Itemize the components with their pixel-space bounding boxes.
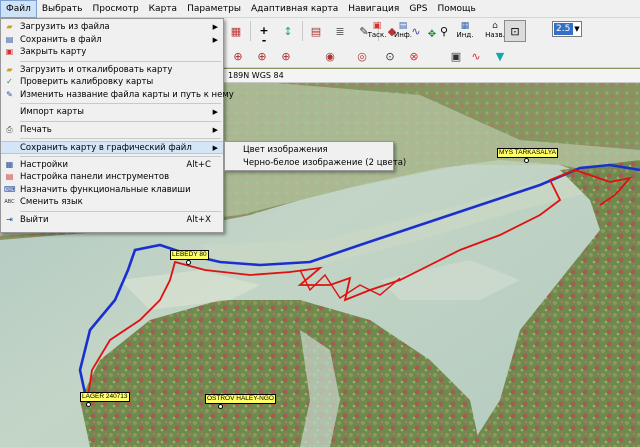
folder-icon: ▰ — [6, 22, 13, 31]
submenu-arrow-icon: ▶ — [212, 35, 218, 44]
menu-view[interactable]: Просмотр — [87, 0, 143, 18]
waypoint-marker[interactable] — [218, 404, 223, 409]
language-icon: ABC — [4, 199, 15, 205]
submenu-arrow-icon: ▶ — [212, 108, 218, 116]
route-icon[interactable]: ≣ — [330, 21, 350, 41]
info-icon: ▤ — [398, 21, 408, 31]
keyboard-icon: ⌨ — [4, 184, 16, 194]
menu-item-change-language[interactable]: ABC Сменить язык — [1, 196, 223, 209]
toolbar-settings-icon: ▤ — [5, 172, 14, 181]
exit-icon: ⇥ — [6, 214, 13, 224]
gps-2-icon[interactable]: ⊕ — [252, 46, 272, 66]
close-map-icon: ▣ — [5, 47, 14, 56]
settings-icon: ▦ — [5, 159, 14, 169]
menu-item-toolbar-settings[interactable]: ▤ Настройка панели инструментов — [1, 171, 223, 184]
back-icon: ⌂ — [492, 21, 498, 31]
task-button[interactable]: ▣ Таск. — [364, 20, 390, 40]
menu-item-exit[interactable]: ⇥ Выйти Alt+X — [1, 214, 223, 227]
menu-bar: Файл Выбрать Просмотр Карта Параметры Ад… — [0, 0, 640, 18]
back-button[interactable]: ⌂ Назв. — [482, 20, 508, 40]
index-button[interactable]: ▦ Инд. — [452, 20, 478, 40]
file-menu: ▰ Загрузить из файла ▶ ▤ Сохранить в фай… — [0, 18, 234, 233]
table-icon[interactable]: ▣ — [446, 46, 466, 66]
menu-item-save-map-graphic[interactable]: Сохранить карту в графический файл ▶ — [1, 141, 223, 154]
calibrate-icon: ▰ — [6, 64, 13, 74]
menu-item-print[interactable]: ⎙ Печать ▶ — [1, 124, 223, 137]
print-icon: ⎙ — [6, 124, 13, 134]
index-icon: ▦ — [460, 21, 470, 31]
menu-adaptive-map[interactable]: Адаптивная карта — [246, 0, 343, 18]
menu-file[interactable]: Файл — [0, 0, 37, 18]
record-icon[interactable]: ◉ — [320, 46, 340, 66]
map-label-lebedy[interactable]: LEBEDY 80 — [170, 250, 209, 260]
menu-item-import-map[interactable]: Импорт карты ▶ — [1, 106, 223, 119]
check-calibration-icon: ✓ — [6, 77, 13, 86]
submenu-item-bw-image[interactable]: Черно-белое изображение (2 цвета) — [225, 157, 406, 170]
menu-help[interactable]: Помощь — [432, 0, 480, 18]
menu-gps[interactable]: GPS — [404, 0, 432, 18]
gps-3-icon[interactable]: ⊕ — [276, 46, 296, 66]
crosshair-icon[interactable]: ⊙ — [380, 46, 400, 66]
save-map-icon[interactable]: ▦ — [226, 21, 246, 41]
stop-icon[interactable]: ⊗ — [404, 46, 424, 66]
submenu-arrow-icon: ▶ — [212, 125, 218, 134]
chart-icon[interactable]: ∿ — [466, 46, 486, 66]
track-record-icon[interactable]: ◎ — [352, 46, 372, 66]
rename-icon: ✎ — [6, 89, 13, 99]
menu-parameters[interactable]: Параметры — [182, 0, 246, 18]
waypoint-marker[interactable] — [186, 260, 191, 265]
info-button[interactable]: ▤ Инф. — [390, 20, 416, 40]
save-graphic-submenu: Цвет изображения Черно-белое изображение… — [224, 141, 406, 171]
menu-item-check-calibration[interactable]: ✓ Проверить калибровку карты — [1, 76, 223, 89]
menu-map[interactable]: Карта — [144, 0, 182, 18]
menu-item-close-map[interactable]: ▣ Закрыть карту — [1, 46, 223, 59]
menu-navigation[interactable]: Навигация — [343, 0, 404, 18]
waypoint-marker[interactable] — [524, 158, 529, 163]
chevron-down-icon[interactable]: ▼ — [573, 25, 581, 33]
layers-icon[interactable]: ▤ — [306, 21, 326, 41]
waypoint-marker[interactable] — [86, 402, 91, 407]
save-icon: ▤ — [5, 34, 14, 44]
submenu-arrow-icon: ▶ — [212, 23, 218, 31]
menu-item-function-keys[interactable]: ⌨ Назначить функциональные клавиши — [1, 184, 223, 197]
measure-icon[interactable]: ↕ — [278, 21, 298, 41]
coordinate-status: 189N WGS 84 — [224, 69, 640, 83]
menu-item-load-from-file[interactable]: ▰ Загрузить из файла ▶ — [1, 21, 223, 34]
zoom-level-select[interactable]: 2.5 ▼ — [552, 21, 582, 37]
map-label-ostrov[interactable]: OSTROV HALEY-NGO — [205, 394, 276, 404]
menu-item-rename-map-file[interactable]: ✎ Изменить название файла карты и путь к… — [1, 89, 234, 102]
menu-item-save-to-file[interactable]: ▤ Сохранить в файл ▶ — [1, 34, 223, 47]
filter-icon[interactable]: ▼ — [490, 46, 510, 66]
map-label-lager[interactable]: LAGER 240713 — [80, 392, 130, 402]
menu-item-settings[interactable]: ▦ Настройки Alt+C — [1, 159, 223, 172]
task-icon: ▣ — [372, 21, 382, 31]
pan-arrows-icon[interactable]: ✥ — [418, 20, 446, 48]
menu-select[interactable]: Выбрать — [37, 0, 88, 18]
gps-1-icon[interactable]: ⊕ — [228, 46, 248, 66]
submenu-item-color-image[interactable]: Цвет изображения — [225, 144, 393, 157]
map-label-mys-tarkasalya[interactable]: MYS TARKASALYA — [497, 148, 558, 158]
menu-item-load-calibrate[interactable]: ▰ Загрузить и откалибровать карту — [1, 64, 223, 77]
